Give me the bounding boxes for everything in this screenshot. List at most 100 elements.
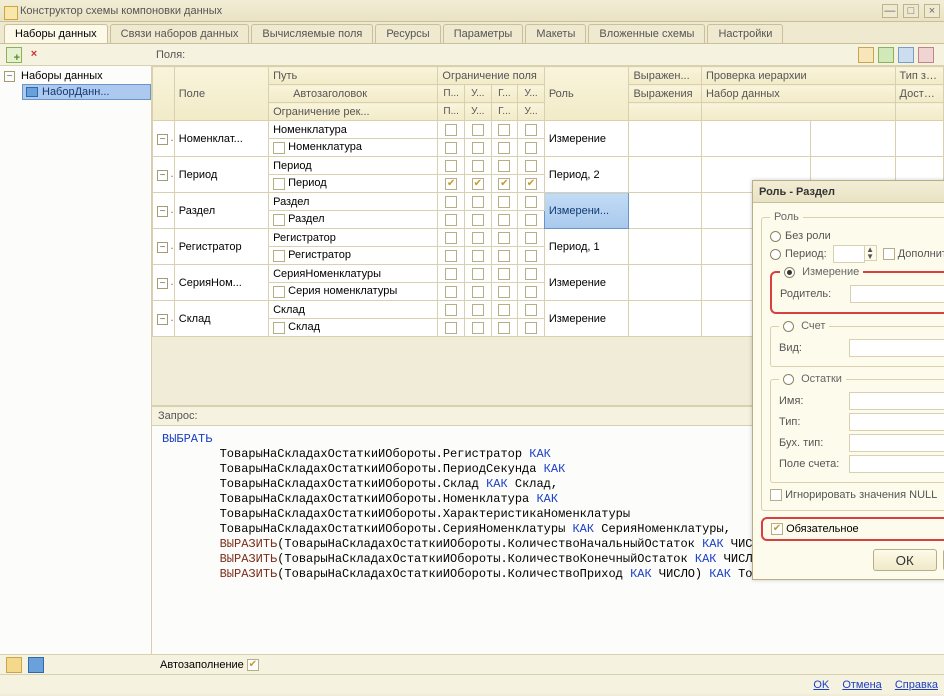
accfield-input[interactable] <box>849 455 944 473</box>
radio-balance[interactable] <box>783 374 794 385</box>
toolbar-icon-3[interactable] <box>898 47 914 63</box>
checkbox[interactable] <box>472 268 484 280</box>
checkbox[interactable] <box>525 304 537 316</box>
footer-cancel[interactable]: Отмена <box>842 679 881 691</box>
radio-no-role[interactable] <box>770 231 781 242</box>
checkbox[interactable] <box>525 214 537 226</box>
expand-icon[interactable]: − <box>157 278 168 289</box>
checkbox[interactable] <box>525 286 537 298</box>
col-role[interactable]: Роль <box>544 67 629 121</box>
expand-icon[interactable]: − <box>157 242 168 253</box>
checkbox[interactable] <box>445 178 457 190</box>
checkbox[interactable] <box>273 178 285 190</box>
checkbox[interactable] <box>472 214 484 226</box>
checkbox[interactable] <box>498 178 510 190</box>
tab-datasets[interactable]: Наборы данных <box>4 24 108 43</box>
checkbox[interactable] <box>525 232 537 244</box>
col-restrict-field[interactable]: Ограничение поля <box>438 67 544 85</box>
checkbox[interactable] <box>445 232 457 244</box>
checkbox[interactable] <box>498 214 510 226</box>
tab-settings[interactable]: Настройки <box>707 24 783 43</box>
expand-icon[interactable]: − <box>157 314 168 325</box>
checkbox[interactable] <box>472 124 484 136</box>
col-hier[interactable]: Проверка иерархии <box>702 67 896 85</box>
checkbox[interactable] <box>445 160 457 172</box>
checkbox[interactable] <box>445 286 457 298</box>
check-autofill[interactable] <box>247 659 259 671</box>
name-input[interactable] <box>849 392 944 410</box>
table-row[interactable]: −Номенклат...НоменклатураИзмерение <box>153 121 944 139</box>
delete-dataset-icon[interactable]: × <box>26 47 42 63</box>
radio-account[interactable] <box>783 321 794 332</box>
close-button[interactable]: × <box>924 4 940 18</box>
period-spinner[interactable]: ▲▼ <box>833 245 877 263</box>
toolbar-icon-4[interactable] <box>918 47 934 63</box>
checkbox[interactable] <box>498 160 510 172</box>
tree-item-dataset1[interactable]: НаборДанн... <box>22 84 151 100</box>
checkbox[interactable] <box>273 286 285 298</box>
acctype-dropdown[interactable]: ▾ <box>849 434 944 452</box>
checkbox[interactable] <box>445 196 457 208</box>
checkbox[interactable] <box>472 178 484 190</box>
radio-period[interactable] <box>770 249 781 260</box>
checkbox[interactable] <box>525 322 537 334</box>
type-dropdown[interactable]: ▾ <box>849 413 944 431</box>
table-row[interactable]: −ПериодПериодПериод, 2 <box>153 157 944 175</box>
checkbox[interactable] <box>498 196 510 208</box>
expand-icon[interactable]: − <box>157 134 168 145</box>
parent-dropdown[interactable]: ▼ <box>850 285 944 303</box>
checkbox[interactable] <box>445 142 457 154</box>
toolbar-icon-1[interactable] <box>858 47 874 63</box>
tree-root[interactable]: − Наборы данных <box>0 68 151 84</box>
checkbox[interactable] <box>525 196 537 208</box>
checkbox[interactable] <box>445 268 457 280</box>
dialog-ok-button[interactable]: ОК <box>873 549 937 571</box>
expand-icon[interactable]: − <box>157 206 168 217</box>
toolbar-icon-2[interactable] <box>878 47 894 63</box>
checkbox[interactable] <box>445 322 457 334</box>
open-icon[interactable] <box>6 657 22 673</box>
expand-icon[interactable]: − <box>157 170 168 181</box>
checkbox[interactable] <box>498 250 510 262</box>
minimize-button[interactable]: — <box>882 4 898 18</box>
kind-input[interactable] <box>849 339 944 357</box>
dialog-titlebar[interactable]: Роль - Раздел × <box>753 181 944 203</box>
checkbox[interactable] <box>525 250 537 262</box>
checkbox[interactable] <box>472 322 484 334</box>
checkbox[interactable] <box>472 250 484 262</box>
checkbox[interactable] <box>498 304 510 316</box>
checkbox[interactable] <box>472 304 484 316</box>
checkbox[interactable] <box>273 250 285 262</box>
checkbox[interactable] <box>445 214 457 226</box>
add-dataset-icon[interactable] <box>6 47 22 63</box>
checkbox[interactable] <box>472 142 484 154</box>
checkbox[interactable] <box>525 124 537 136</box>
checkbox[interactable] <box>498 142 510 154</box>
checkbox[interactable] <box>445 304 457 316</box>
footer-help[interactable]: Справка <box>895 679 938 691</box>
checkbox[interactable] <box>498 124 510 136</box>
checkbox[interactable] <box>525 178 537 190</box>
save-icon[interactable] <box>28 657 44 673</box>
tab-templates[interactable]: Макеты <box>525 24 586 43</box>
tab-calc[interactable]: Вычисляемые поля <box>251 24 373 43</box>
checkbox[interactable] <box>498 286 510 298</box>
radio-dimension[interactable] <box>784 267 795 278</box>
tab-resources[interactable]: Ресурсы <box>375 24 440 43</box>
col-expr[interactable]: Выражен... <box>629 67 702 85</box>
checkbox[interactable] <box>445 250 457 262</box>
collapse-icon[interactable]: − <box>4 71 15 82</box>
checkbox[interactable] <box>472 160 484 172</box>
tab-nested[interactable]: Вложенные схемы <box>588 24 705 43</box>
checkbox[interactable] <box>498 268 510 280</box>
check-ignore-null[interactable] <box>770 489 782 501</box>
check-additional[interactable] <box>883 248 895 260</box>
checkbox[interactable] <box>525 142 537 154</box>
checkbox[interactable] <box>525 268 537 280</box>
checkbox[interactable] <box>498 232 510 244</box>
footer-ok[interactable]: OK <box>813 679 829 691</box>
col-valtype[interactable]: Тип значен... <box>895 67 943 85</box>
checkbox[interactable] <box>273 214 285 226</box>
checkbox[interactable] <box>273 322 285 334</box>
checkbox[interactable] <box>525 160 537 172</box>
